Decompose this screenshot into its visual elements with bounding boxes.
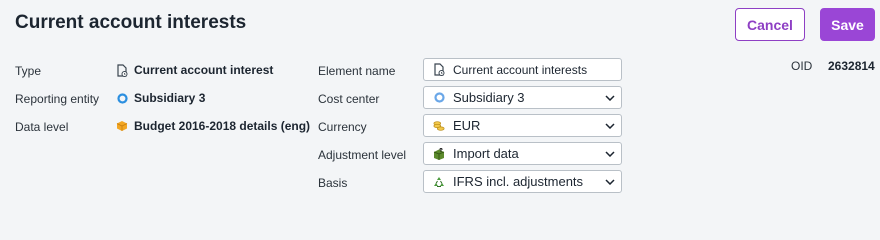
currency-select[interactable]: EUR <box>423 114 622 137</box>
chevron-down-icon[interactable] <box>599 150 621 157</box>
currency-label: Currency <box>318 120 367 134</box>
reporting-entity-label: Reporting entity <box>15 92 100 106</box>
element-name-value: Current account interests <box>453 62 588 77</box>
type-value: Current account interest <box>116 63 273 77</box>
document-clock-icon <box>116 63 128 77</box>
data-level-value: Budget 2016-2018 details (eng) <box>116 119 310 133</box>
cost-center-value: Subsidiary 3 <box>453 90 525 105</box>
page-title: Current account interests <box>15 12 247 33</box>
basis-label: Basis <box>318 176 348 190</box>
chevron-down-icon[interactable] <box>599 94 621 101</box>
chevron-down-icon[interactable] <box>599 178 621 185</box>
document-clock-icon <box>433 63 445 76</box>
reporting-entity-value: Subsidiary 3 <box>116 91 205 105</box>
box-arrow-icon <box>433 147 445 160</box>
circle-icon <box>116 92 128 104</box>
currency-value: EUR <box>453 118 481 133</box>
type-label: Type <box>15 64 42 78</box>
cube-icon <box>116 120 128 132</box>
data-level-value-text: Budget 2016-2018 details (eng) <box>134 119 311 133</box>
element-name-field[interactable]: Current account interests <box>423 58 622 81</box>
cost-center-select[interactable]: Subsidiary 3 <box>423 86 622 109</box>
circle-icon <box>433 92 445 104</box>
oid-value: 2632814 <box>828 59 875 73</box>
adjustment-level-select[interactable]: Import data <box>423 142 622 165</box>
data-level-label: Data level <box>15 120 69 134</box>
adjustment-level-value: Import data <box>453 146 519 161</box>
cancel-button[interactable]: Cancel <box>735 8 805 41</box>
cost-center-label: Cost center <box>318 92 380 106</box>
element-name-label: Element name <box>318 64 396 78</box>
coins-icon <box>433 120 445 132</box>
basis-value: IFRS incl. adjustments <box>453 174 584 189</box>
recycle-icon <box>433 176 445 188</box>
chevron-down-icon[interactable] <box>599 122 621 129</box>
adjustment-level-label: Adjustment level <box>318 148 407 162</box>
reporting-entity-value-text: Subsidiary 3 <box>134 91 206 105</box>
oid-label: OID <box>791 59 813 73</box>
basis-select[interactable]: IFRS incl. adjustments <box>423 170 622 193</box>
save-button[interactable]: Save <box>820 8 875 41</box>
type-value-text: Current account interest <box>134 63 274 77</box>
